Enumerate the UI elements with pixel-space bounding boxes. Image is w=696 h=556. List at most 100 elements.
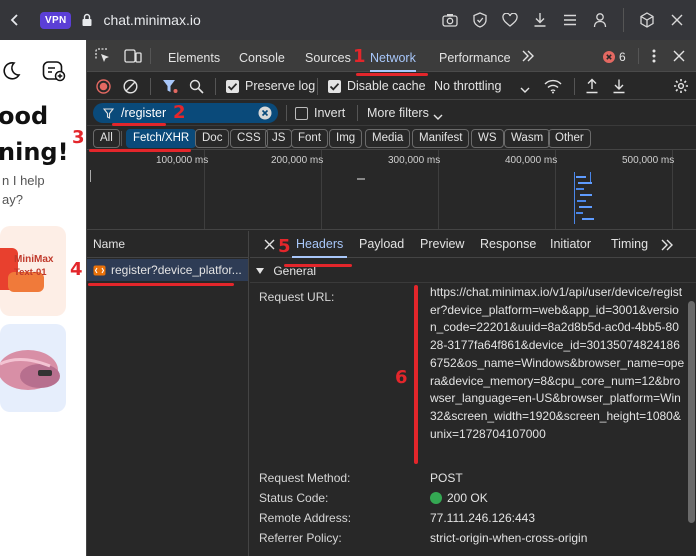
more-filters-dropdown[interactable]: More filters	[367, 106, 429, 120]
tab-network[interactable]: Network	[370, 40, 416, 72]
status-code-label: Status Code:	[259, 491, 329, 505]
filter-input[interactable]: /register	[121, 106, 166, 120]
tab-console[interactable]: Console	[239, 40, 285, 72]
timeline-tick-label: 200,000 ms	[271, 155, 324, 166]
camera-icon[interactable]	[435, 5, 465, 35]
error-count-badge[interactable]: 6	[603, 50, 626, 64]
lock-icon[interactable]	[81, 13, 93, 27]
annotation-underline-fetch-xhr	[89, 149, 191, 152]
detail-tab-payload[interactable]: Payload	[359, 231, 404, 258]
invert-label[interactable]: Invert	[314, 106, 345, 120]
video-card[interactable]	[0, 324, 66, 412]
network-conditions-wifi-icon[interactable]	[544, 79, 562, 97]
search-icon[interactable]	[189, 79, 204, 97]
import-har-upload-icon[interactable]	[585, 78, 599, 97]
device-toolbar-icon[interactable]	[124, 48, 142, 67]
kebab-menu-icon[interactable]	[651, 49, 657, 66]
annotation-underline-filter	[112, 123, 166, 126]
back-arrow-icon[interactable]	[2, 7, 28, 33]
greeting-sub-line2: ay?	[2, 192, 23, 207]
invert-checkbox[interactable]	[295, 107, 308, 120]
window-close-icon[interactable]	[662, 5, 692, 35]
name-column-header[interactable]: Name	[87, 231, 248, 258]
general-section-header[interactable]: General	[250, 259, 696, 283]
type-chip-other[interactable]: Other	[548, 129, 591, 148]
type-chip-font[interactable]: Font	[291, 129, 329, 148]
annotation-3: 3	[72, 127, 85, 148]
moon-icon[interactable]	[0, 60, 22, 85]
detail-tab-timing[interactable]: Timing	[611, 231, 648, 258]
request-url-label: Request URL:	[259, 290, 335, 304]
details-scrollbar[interactable]	[688, 301, 695, 523]
shield-check-icon[interactable]	[465, 5, 495, 35]
request-name: register?device_platfor...	[111, 263, 242, 277]
resource-type-filter-bar: All Fetch/XHR Doc CSS JS Font Img Media …	[87, 126, 696, 150]
detail-tab-response[interactable]: Response	[480, 231, 536, 258]
request-method-value[interactable]: POST	[430, 471, 463, 485]
timeline-tick-label: 400,000 ms	[505, 155, 558, 166]
network-settings-gear-icon[interactable]	[673, 78, 689, 97]
export-har-download-icon[interactable]	[612, 78, 626, 97]
type-chip-media[interactable]: Media	[365, 129, 411, 148]
minimax-text-card[interactable]: MiniMax Text-01	[0, 226, 66, 316]
type-chip-all[interactable]: All	[93, 129, 120, 148]
timeline-request-mark	[357, 178, 365, 180]
type-chip-css[interactable]: CSS	[230, 129, 268, 148]
throttling-chevron-down-icon[interactable]	[520, 83, 530, 97]
new-chat-icon[interactable]	[42, 60, 66, 85]
tab-performance[interactable]: Performance	[439, 40, 511, 72]
request-details-panel: Headers Payload Preview Response Initiat…	[250, 231, 696, 556]
throttling-select[interactable]: No throttling	[434, 79, 501, 93]
more-detail-tabs-chevron-icon[interactable]	[660, 238, 674, 255]
preserve-log-label[interactable]: Preserve log	[245, 79, 315, 93]
download-icon[interactable]	[525, 5, 555, 35]
annotation-underline-network	[356, 73, 428, 76]
type-chip-manifest[interactable]: Manifest	[412, 129, 470, 148]
preserve-log-checkbox[interactable]	[226, 80, 239, 93]
disable-cache-checkbox[interactable]	[328, 80, 341, 93]
timeline-request-cluster	[574, 172, 596, 224]
record-stop-icon[interactable]	[96, 79, 111, 97]
type-chip-js[interactable]: JS	[265, 129, 293, 148]
type-chip-ws[interactable]: WS	[471, 129, 504, 148]
request-row-register[interactable]: register?device_platfor...	[87, 259, 248, 281]
heart-icon[interactable]	[495, 5, 525, 35]
more-tabs-chevron-icon[interactable]	[521, 49, 535, 66]
detail-tab-preview[interactable]: Preview	[420, 231, 464, 258]
referrer-policy-value[interactable]: strict-origin-when-cross-origin	[430, 531, 587, 545]
type-chip-img[interactable]: Img	[329, 129, 363, 148]
network-overview-timeline[interactable]: 100,000 ms 200,000 ms 300,000 ms 400,000…	[87, 150, 696, 230]
address-bar-url[interactable]: chat.minimax.io	[103, 12, 200, 28]
remote-address-value[interactable]: 77.111.246.126:443	[430, 511, 535, 525]
request-url-value[interactable]: https://chat.minimax.io/v1/api/user/devi…	[430, 284, 685, 443]
detail-tab-headers[interactable]: Headers	[291, 231, 348, 258]
request-method-label: Request Method:	[259, 471, 351, 485]
greeting-heading-line2: ning!	[0, 138, 69, 166]
status-code-value[interactable]: 200 OK	[447, 491, 488, 505]
greeting-heading-line1: ood	[0, 102, 49, 130]
menu-lines-icon[interactable]	[555, 5, 585, 35]
vpn-badge[interactable]: VPN	[40, 11, 72, 29]
type-chip-fetch-xhr[interactable]: Fetch/XHR	[126, 129, 197, 148]
timeline-left-marker	[90, 170, 94, 182]
annotation-6: 6	[395, 367, 408, 388]
tab-elements[interactable]: Elements	[168, 40, 220, 72]
inspect-element-icon[interactable]	[95, 48, 111, 67]
close-devtools-icon[interactable]	[673, 50, 685, 65]
detail-tab-initiator[interactable]: Initiator	[550, 231, 591, 258]
clear-filter-icon[interactable]	[258, 106, 272, 123]
more-filters-chevron-down-icon[interactable]	[433, 110, 443, 124]
type-chip-wasm[interactable]: Wasm	[504, 129, 551, 148]
extension-cube-icon[interactable]	[632, 5, 662, 35]
close-details-icon[interactable]	[264, 239, 275, 253]
filter-funnel-icon[interactable]	[162, 79, 178, 97]
request-name-column: Name register?device_platfor...	[87, 231, 249, 556]
profile-icon[interactable]	[585, 5, 615, 35]
browser-toolbar: VPN chat.minimax.io	[0, 0, 696, 40]
tab-sources[interactable]: Sources	[305, 40, 351, 72]
clear-log-icon[interactable]	[123, 79, 138, 97]
disable-cache-label[interactable]: Disable cache	[347, 79, 426, 93]
toolbar-divider	[623, 8, 624, 32]
type-chip-doc[interactable]: Doc	[195, 129, 230, 148]
toolbar-divider-2	[215, 78, 216, 95]
